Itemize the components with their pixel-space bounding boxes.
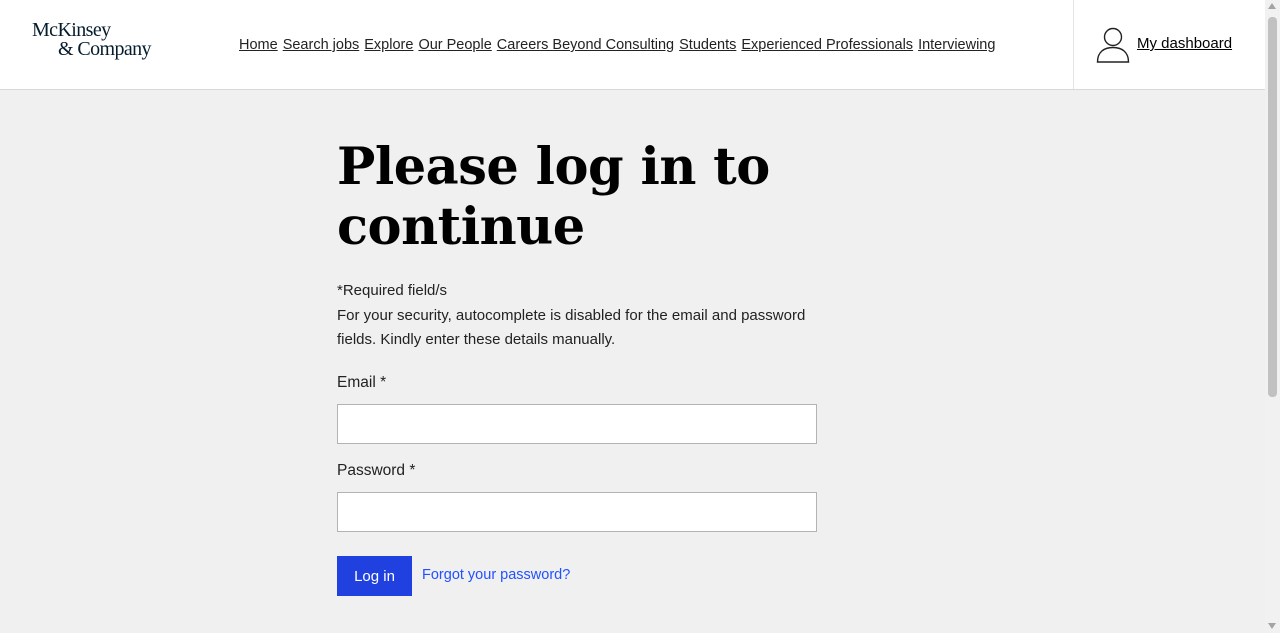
- password-field[interactable]: [337, 492, 817, 532]
- nav-item-experienced-professionals[interactable]: Experienced Professionals: [741, 36, 913, 54]
- nav-item-interviewing[interactable]: Interviewing: [918, 36, 995, 54]
- scroll-down-icon[interactable]: [1268, 623, 1276, 629]
- forgot-password-link[interactable]: Forgot your password?: [422, 566, 570, 584]
- site-header: McKinsey & Company Home Search jobs Expl…: [0, 0, 1265, 90]
- nav-item-explore[interactable]: Explore: [364, 36, 413, 54]
- nav-item-careers-beyond-consulting[interactable]: Careers Beyond Consulting: [497, 36, 674, 54]
- login-button[interactable]: Log in: [337, 556, 412, 596]
- email-label: Email *: [337, 374, 387, 391]
- nav-item-search-jobs[interactable]: Search jobs: [283, 36, 360, 54]
- nav-item-home[interactable]: Home: [239, 36, 278, 54]
- dashboard-area: My dashboard: [1073, 0, 1265, 89]
- scroll-up-icon[interactable]: [1268, 3, 1276, 9]
- logo-line-2: & Company: [58, 38, 152, 60]
- nav-item-our-people[interactable]: Our People: [418, 36, 491, 54]
- security-note: For your security, autocomplete is disab…: [337, 307, 806, 348]
- required-note: *Required field/s: [337, 282, 448, 299]
- nav-item-students[interactable]: Students: [679, 36, 736, 54]
- password-label: Password *: [337, 462, 416, 479]
- scrollbar-thumb[interactable]: [1268, 17, 1277, 397]
- email-field[interactable]: [337, 404, 817, 444]
- my-dashboard-link[interactable]: My dashboard: [1137, 35, 1232, 52]
- user-icon[interactable]: [1096, 27, 1130, 63]
- page-scrollbar[interactable]: [1265, 0, 1280, 633]
- page-title: Please log in to continue: [337, 137, 770, 257]
- main-nav: Home Search jobs Explore Our People Care…: [239, 36, 995, 54]
- mckinsey-logo[interactable]: McKinsey & Company: [32, 19, 162, 63]
